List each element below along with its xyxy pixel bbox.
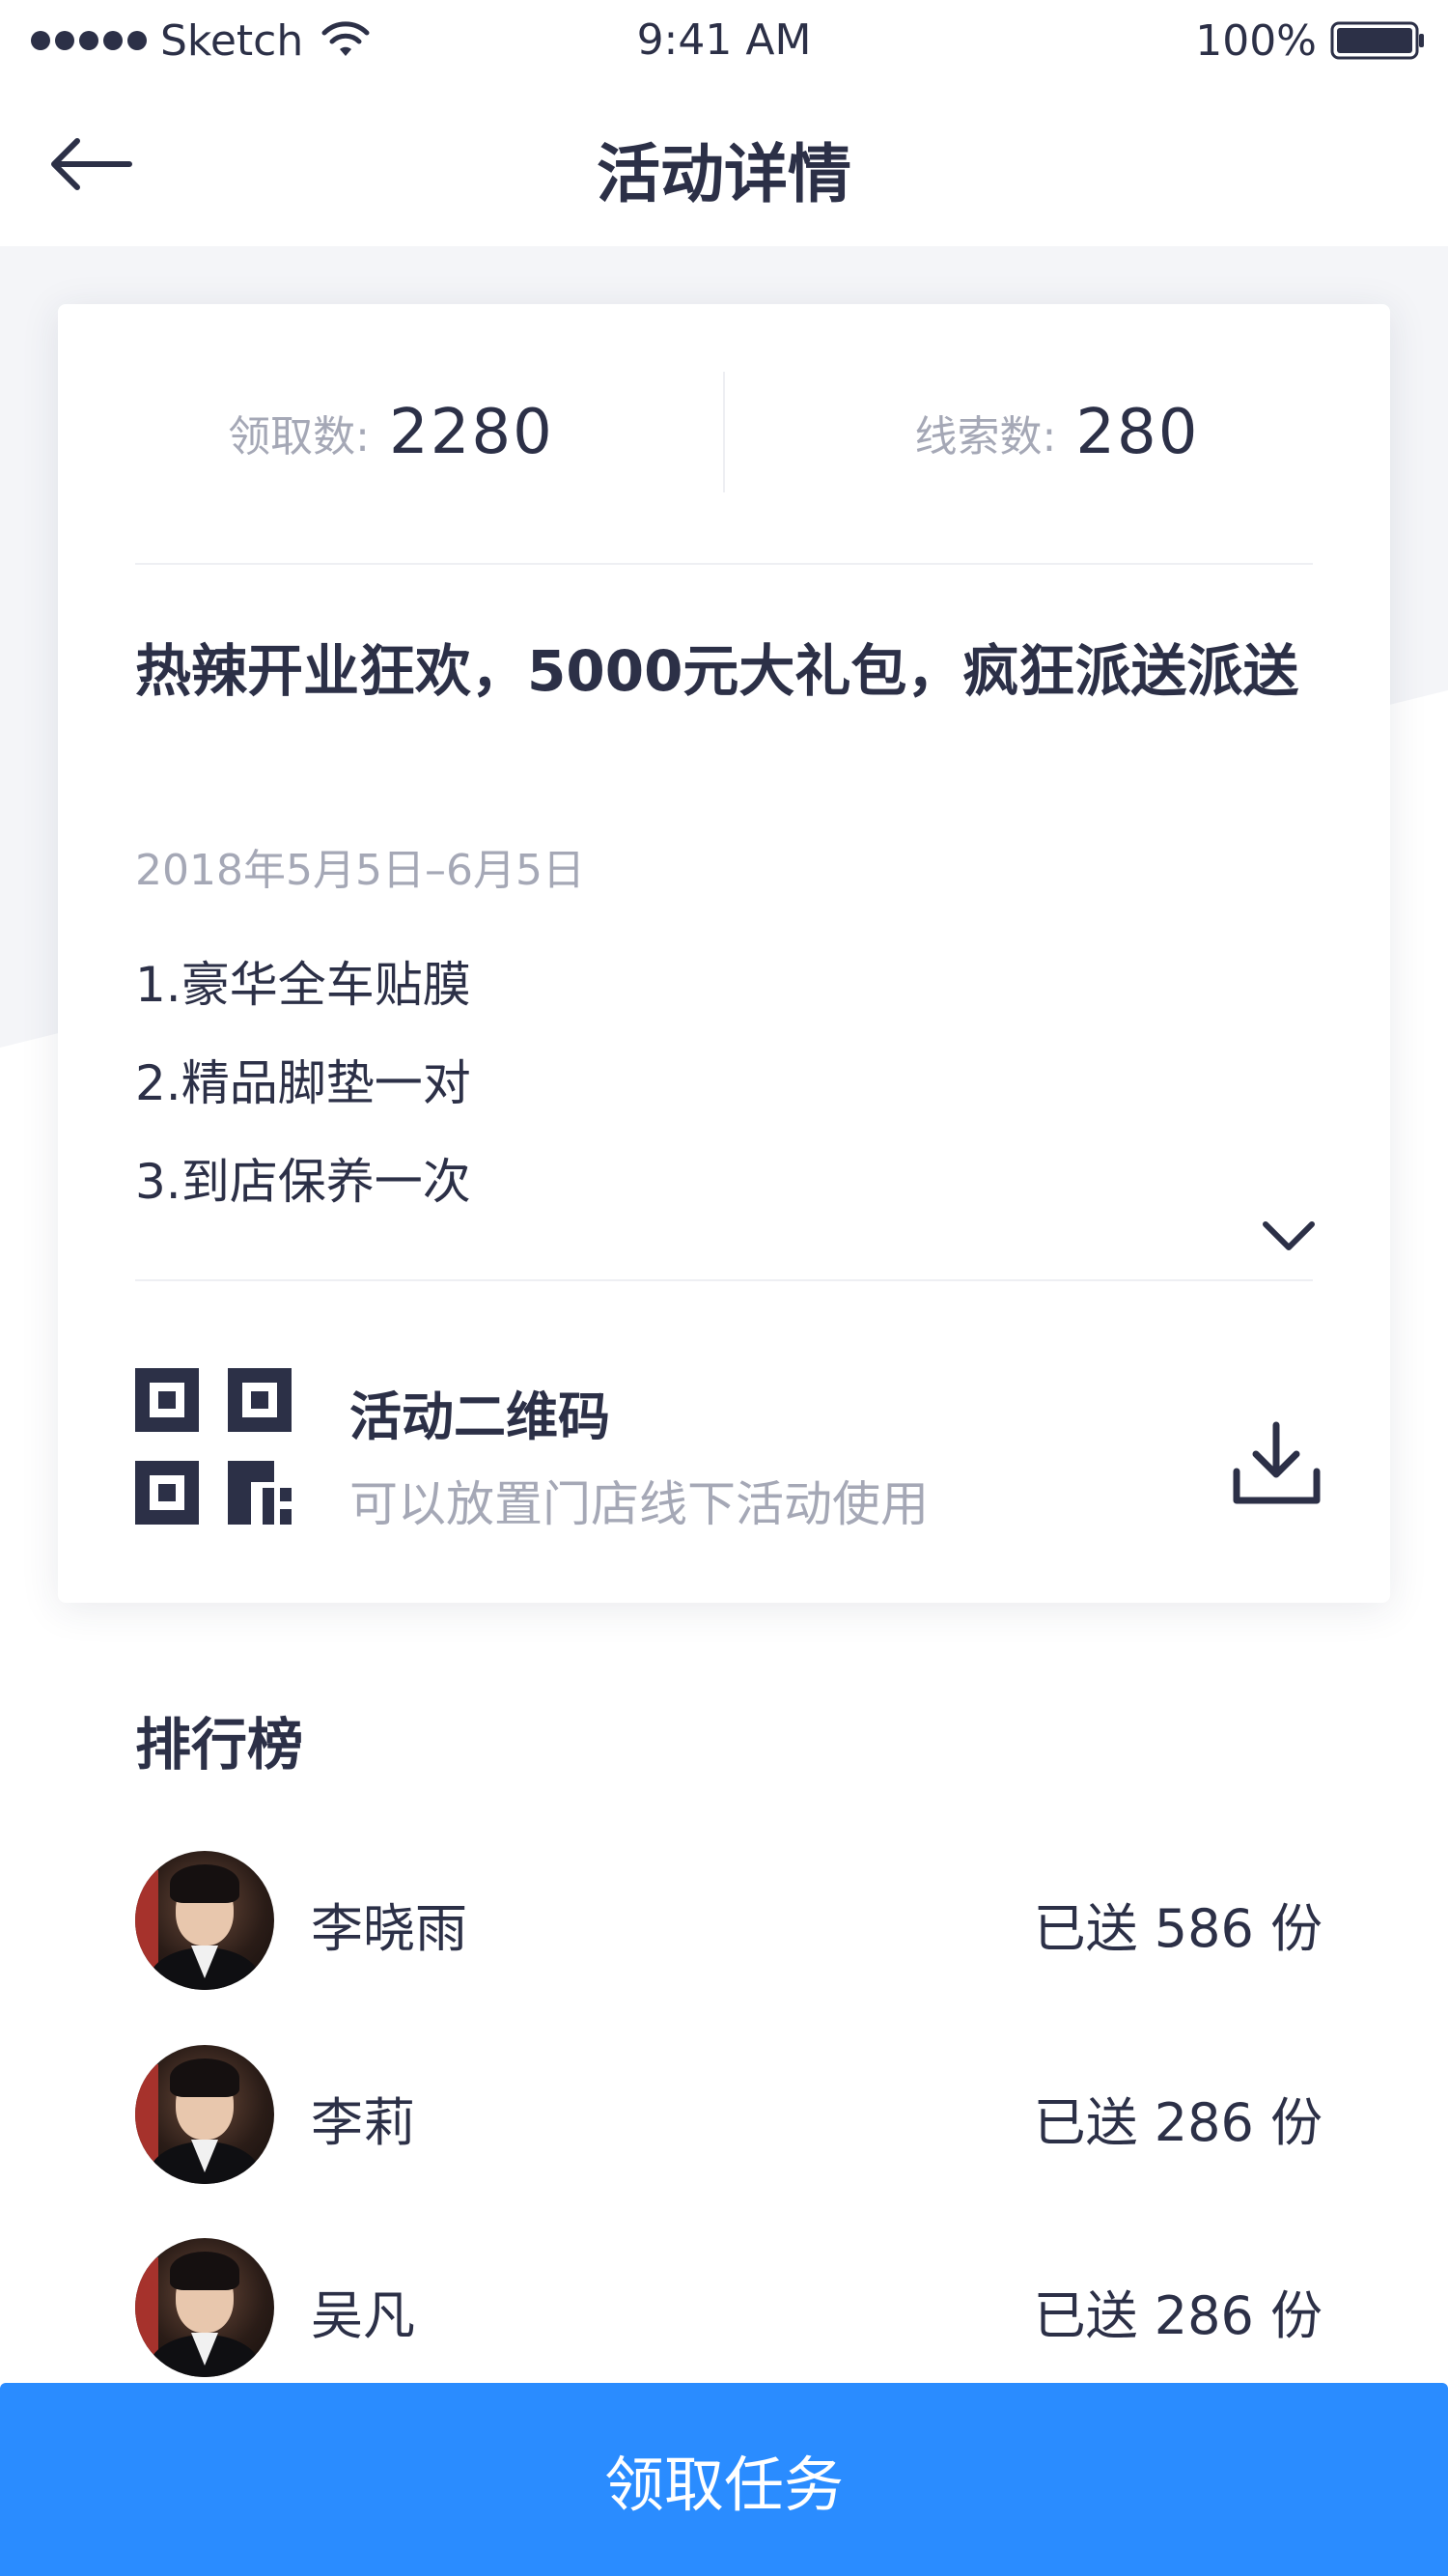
- divider: [135, 563, 1313, 565]
- qr-description: 可以放置门店线下活动使用: [349, 1476, 929, 1532]
- avatar: [135, 2238, 274, 2377]
- qr-code-icon: [135, 1368, 292, 1525]
- expand-button[interactable]: [1255, 1207, 1323, 1265]
- activity-card: 领取数: 2280 线索数: 280 热辣开业狂欢，5000元大礼包，疯狂派送派…: [58, 304, 1390, 1603]
- ranking-count: 已送 286 份: [1033, 2285, 1323, 2346]
- activity-date: 2018年5月5日–6月5日: [135, 846, 585, 895]
- activity-title: 热辣开业狂欢，5000元大礼包，疯狂派送派送: [135, 638, 1299, 704]
- leads-stat: 线索数: 280: [724, 372, 1390, 492]
- battery-icon: [1330, 21, 1424, 60]
- avatar: [135, 1851, 274, 1990]
- nav-bar: 活动详情: [0, 82, 1448, 246]
- page-title: 活动详情: [597, 137, 851, 211]
- ranking-count: 已送 286 份: [1033, 2092, 1323, 2153]
- download-icon: [1233, 1421, 1321, 1504]
- status-bar: Sketch 9:41 AM 100%: [0, 0, 1448, 82]
- ranking-row[interactable]: 吴凡 已送 286 份: [135, 2238, 1323, 2377]
- perk-item: 1.豪华全车贴膜: [135, 957, 471, 1013]
- status-right: 100%: [1195, 15, 1427, 66]
- ranking-name: 吴凡: [311, 2285, 415, 2346]
- stats-row: 领取数: 2280 线索数: 280: [58, 372, 1390, 492]
- divider: [135, 1279, 1313, 1281]
- perk-item: 2.精品脚垫一对: [135, 1055, 471, 1111]
- ranking-name: 李晓雨: [311, 1898, 467, 1959]
- download-button[interactable]: [1231, 1419, 1323, 1506]
- ranking-count: 已送 586 份: [1033, 1898, 1323, 1959]
- ranking-row[interactable]: 李莉 已送 286 份: [135, 2045, 1323, 2184]
- chevron-down-icon: [1263, 1221, 1315, 1250]
- avatar: [135, 2045, 274, 2184]
- claimed-label: 领取数:: [228, 411, 370, 462]
- perk-item: 3.到店保养一次: [135, 1154, 471, 1210]
- battery-percent: 100%: [1195, 15, 1317, 66]
- ranking-row[interactable]: 李晓雨 已送 586 份: [135, 1851, 1323, 1990]
- qr-title: 活动二维码: [349, 1386, 610, 1447]
- ranking-title: 排行榜: [135, 1712, 304, 1778]
- claimed-value: 2280: [388, 396, 554, 468]
- ranking-name: 李莉: [311, 2092, 415, 2153]
- leads-label: 线索数:: [914, 411, 1057, 462]
- leads-value: 280: [1075, 396, 1200, 468]
- claimed-stat: 领取数: 2280: [58, 372, 724, 492]
- claim-task-button[interactable]: 领取任务: [0, 2383, 1448, 2576]
